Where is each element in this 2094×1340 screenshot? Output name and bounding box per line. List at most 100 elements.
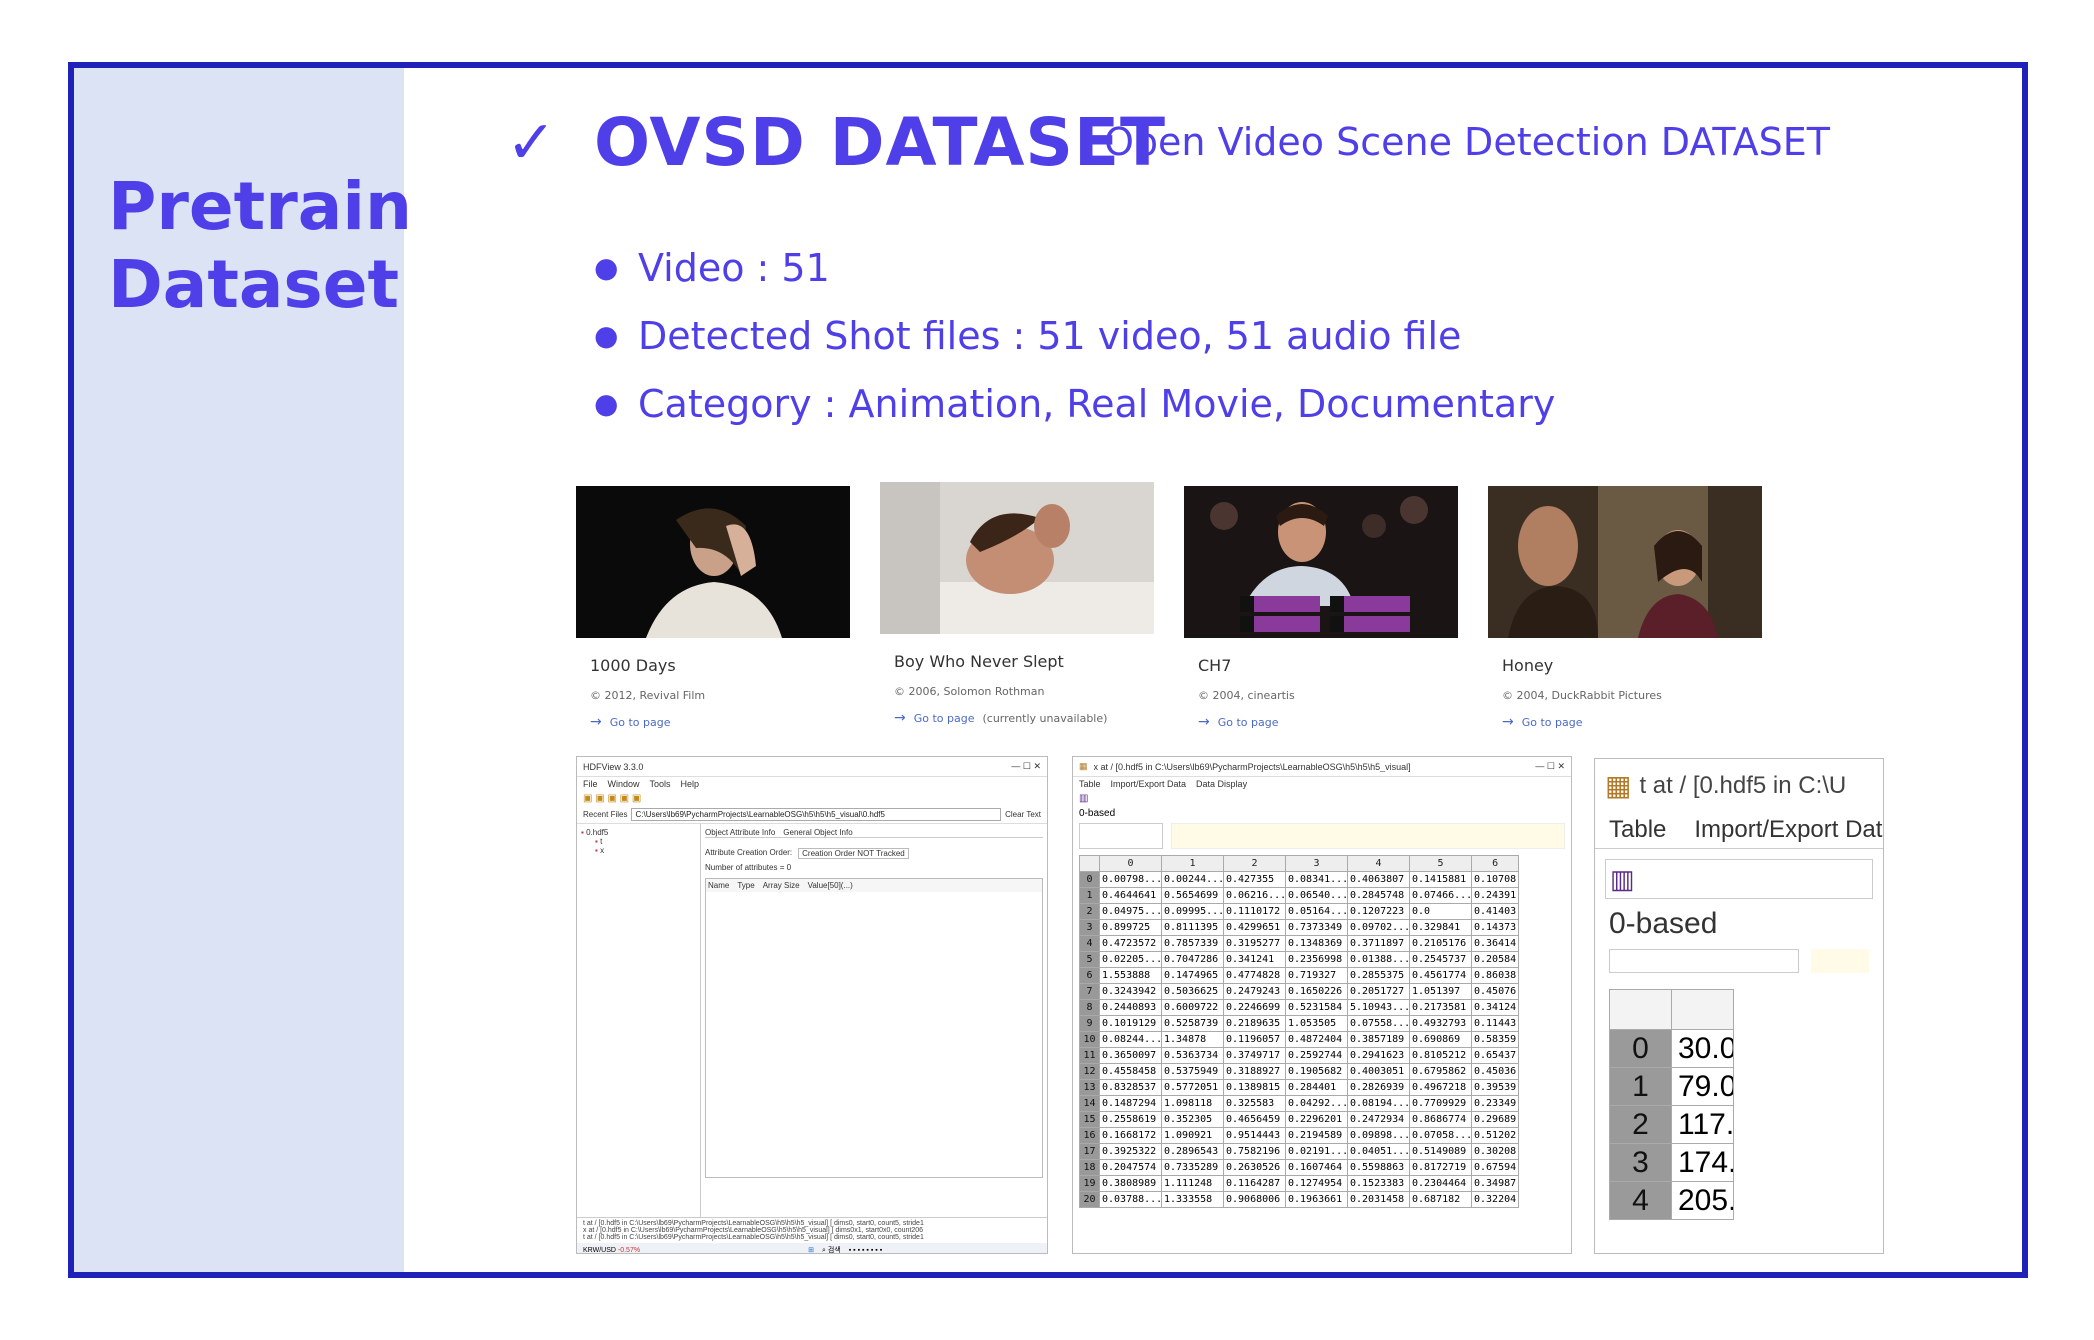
table-cell[interactable]: 0.2173581	[1409, 999, 1472, 1016]
table-cell[interactable]: 0.23349	[1470, 1095, 1520, 1112]
table-cell[interactable]: 0.5149089	[1409, 1143, 1472, 1160]
table-cell[interactable]: 0.04051...	[1347, 1143, 1410, 1160]
cell-value-field[interactable]	[1171, 823, 1565, 849]
go-to-page-link[interactable]: → Go to page	[576, 714, 850, 730]
row-index[interactable]: 4	[1609, 1181, 1672, 1220]
table-cell[interactable]: 0.8111395	[1161, 919, 1224, 936]
table-cell[interactable]: 0.5258739	[1161, 1015, 1224, 1032]
table-cell[interactable]: 0.58359	[1470, 1031, 1520, 1048]
table-cell[interactable]: 0.4774828	[1223, 967, 1286, 984]
menu-window[interactable]: Window	[608, 779, 640, 789]
tab-general-object-info[interactable]: General Object Info	[783, 828, 852, 837]
table-cell[interactable]: 0.2845748	[1347, 887, 1410, 904]
table-cell[interactable]: 0.4723572	[1099, 935, 1162, 952]
table-cell[interactable]: 1.34878	[1161, 1031, 1224, 1048]
table-cell[interactable]: 0.3749717	[1223, 1047, 1286, 1064]
row-index[interactable]: 2	[1079, 903, 1100, 920]
row-index[interactable]: 10	[1079, 1031, 1100, 1048]
tree-item-x[interactable]: ▪ x	[581, 846, 696, 855]
table-cell[interactable]: 0.34987	[1470, 1175, 1520, 1192]
column-header[interactable]: 0	[1099, 855, 1162, 872]
table-cell[interactable]: 0.3243942	[1099, 983, 1162, 1000]
table-cell[interactable]: 0.2296201	[1285, 1111, 1348, 1128]
tab-object-attribute-info[interactable]: Object Attribute Info	[705, 828, 775, 837]
table-cell[interactable]: 0.1523383	[1347, 1175, 1410, 1192]
table-cell[interactable]: 0.36414	[1470, 935, 1520, 952]
windows-icon[interactable]: ⊞	[808, 1246, 814, 1253]
table-cell[interactable]: 0.09995...	[1161, 903, 1224, 920]
table-cell[interactable]: 1.098118	[1161, 1095, 1224, 1112]
row-index[interactable]: 8	[1079, 999, 1100, 1016]
column-header[interactable]	[1609, 989, 1672, 1030]
column-header[interactable]: 6	[1470, 855, 1520, 872]
table-cell[interactable]: 0.29689	[1470, 1111, 1520, 1128]
table-cell[interactable]: 0.45076	[1470, 983, 1520, 1000]
row-index[interactable]: 13	[1079, 1079, 1100, 1096]
table-cell[interactable]: 0.341241	[1223, 951, 1286, 968]
row-index[interactable]: 2	[1609, 1105, 1672, 1144]
table-cell[interactable]: 79.0	[1671, 1067, 1734, 1106]
table-cell[interactable]: 0.3188927	[1223, 1063, 1286, 1080]
table-cell[interactable]: 0.01388...	[1347, 951, 1410, 968]
table-cell[interactable]: 0.67594	[1470, 1159, 1520, 1176]
table-cell[interactable]: 0.4063807	[1347, 871, 1410, 888]
menu-table[interactable]: Table	[1079, 779, 1101, 789]
table-cell[interactable]: 0.3857189	[1347, 1031, 1410, 1048]
table-cell[interactable]: 0.04975...	[1099, 903, 1162, 920]
cell-value-field[interactable]	[1811, 949, 1869, 973]
table-cell[interactable]: 0.4644641	[1099, 887, 1162, 904]
row-index[interactable]: 0	[1079, 871, 1100, 888]
table-cell[interactable]: 1.111248	[1161, 1175, 1224, 1192]
row-index[interactable]: 17	[1079, 1143, 1100, 1160]
table-cell[interactable]: 0.7373349	[1285, 919, 1348, 936]
menu-file[interactable]: File	[583, 779, 598, 789]
table-cell[interactable]: 0.4558458	[1099, 1063, 1162, 1080]
table-cell[interactable]: 0.1274954	[1285, 1175, 1348, 1192]
table-cell[interactable]: 0.07466...	[1409, 887, 1472, 904]
table-cell[interactable]: 0.690869	[1409, 1031, 1472, 1048]
row-index[interactable]: 3	[1609, 1143, 1672, 1182]
table-cell[interactable]: 0.5375949	[1161, 1063, 1224, 1080]
table-cell[interactable]: 0.2189635	[1223, 1015, 1286, 1032]
table-cell[interactable]: 0.7857339	[1161, 935, 1224, 952]
row-index[interactable]: 3	[1079, 919, 1100, 936]
row-index[interactable]: 0	[1609, 1029, 1672, 1068]
table-cell[interactable]: 0.4003051	[1347, 1063, 1410, 1080]
table-cell[interactable]: 0.2356998	[1285, 951, 1348, 968]
row-index[interactable]: 14	[1079, 1095, 1100, 1112]
table-cell[interactable]: 0.8172719	[1409, 1159, 1472, 1176]
column-header[interactable]: 1	[1161, 855, 1224, 872]
table-cell[interactable]: 0.34124	[1470, 999, 1520, 1016]
row-index[interactable]: 1	[1079, 887, 1100, 904]
table-cell[interactable]: 0.1474965	[1161, 967, 1224, 984]
table-cell[interactable]: 0.3650097	[1099, 1047, 1162, 1064]
chart-icon[interactable]: ▥	[1605, 859, 1873, 899]
table-cell[interactable]: 0.9514443	[1223, 1127, 1286, 1144]
table-cell[interactable]: 0.2896543	[1161, 1143, 1224, 1160]
chart-icon[interactable]: ▥	[1073, 791, 1571, 806]
column-header[interactable]: 2	[1223, 855, 1286, 872]
table-cell[interactable]: 0.4872404	[1285, 1031, 1348, 1048]
table-cell[interactable]: 0.05164...	[1285, 903, 1348, 920]
table-cell[interactable]: 0.4932793	[1409, 1015, 1472, 1032]
table-cell[interactable]: 0.2246699	[1223, 999, 1286, 1016]
table-cell[interactable]: 0.6009722	[1161, 999, 1224, 1016]
table-cell[interactable]: 0.2545737	[1409, 951, 1472, 968]
table-cell[interactable]: 0.2855375	[1347, 967, 1410, 984]
row-index[interactable]: 6	[1079, 967, 1100, 984]
table-cell[interactable]: 0.427355	[1223, 871, 1286, 888]
table-cell[interactable]: 0.7709929	[1409, 1095, 1472, 1112]
currency-widget[interactable]: KRW/USD -0.57%	[583, 1247, 640, 1254]
table-cell[interactable]: 1.333558	[1161, 1191, 1224, 1208]
table-cell[interactable]: 0.3711897	[1347, 935, 1410, 952]
table-cell[interactable]: 0.329841	[1409, 919, 1472, 936]
row-index[interactable]: 5	[1079, 951, 1100, 968]
table-cell[interactable]: 0.352305	[1161, 1111, 1224, 1128]
table-cell[interactable]: 1.051397	[1409, 983, 1472, 1000]
row-index[interactable]: 19	[1079, 1175, 1100, 1192]
menu-table[interactable]: Table	[1609, 816, 1666, 844]
table-cell[interactable]: 1.553888	[1099, 967, 1162, 984]
table-cell[interactable]: 0.65437	[1470, 1047, 1520, 1064]
table-cell[interactable]: 0.8328537	[1099, 1079, 1162, 1096]
table-cell[interactable]: 0.4299651	[1223, 919, 1286, 936]
